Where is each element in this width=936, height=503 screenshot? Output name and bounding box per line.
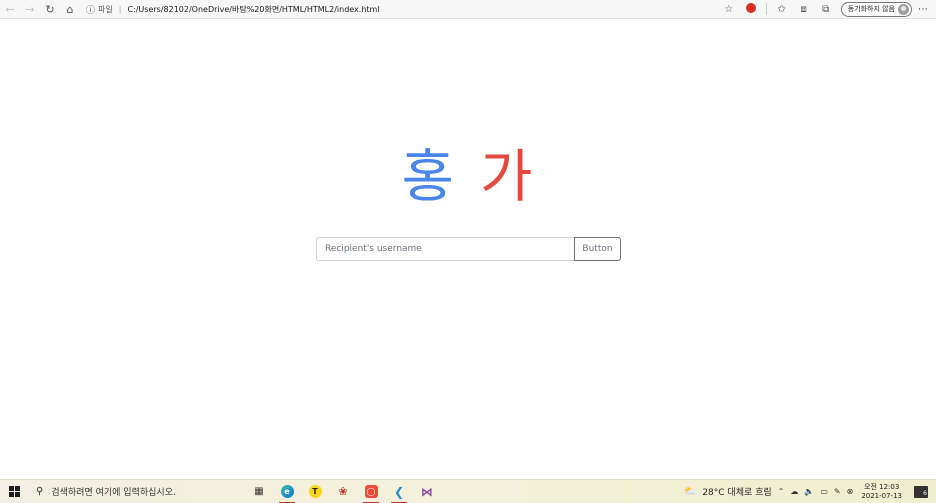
hero-title: 홍가 <box>0 145 936 209</box>
submit-button[interactable]: Button <box>574 237 621 261</box>
kakaotalk-icon: T <box>308 485 322 498</box>
profile-button[interactable]: 동기화하지 않음 <box>840 1 912 17</box>
site-info-label: 파일 <box>98 4 113 14</box>
clock[interactable]: 오전 12:03 2021-07-13 <box>861 483 902 501</box>
pen-icon[interactable]: ✎ <box>834 487 841 496</box>
home-icon[interactable]: ⌂ <box>60 0 80 19</box>
profile-label: 동기화하지 않음 <box>847 5 895 13</box>
taskbar-app-red[interactable]: ◯ <box>357 480 385 503</box>
recipient-username-input[interactable] <box>316 237 574 261</box>
refresh-icon[interactable]: ↻ <box>40 0 60 19</box>
address-bar[interactable]: ⓘ 파일 | C:/Users/82102/OneDrive/바탕%20화면/H… <box>86 0 718 19</box>
extension-icon[interactable] <box>740 2 762 16</box>
windows-logo-icon <box>8 486 20 497</box>
taskbar-apps: ▦ e T ❀ ◯ ❮ ⋈ <box>245 480 441 503</box>
tray-expand-icon[interactable]: ⌃ <box>778 487 785 496</box>
clock-time: 오전 12:03 <box>864 482 900 491</box>
browser-toolbar: ← → ↻ ⌂ ⓘ 파일 | C:/Users/82102/OneDrive/바… <box>0 0 936 19</box>
windows-taskbar: ⚲ 검색하려면 여기에 입력하십시오. ▦ e T ❀ ◯ ❮ ⋈ ⛅ 28°C… <box>0 479 936 503</box>
taskbar-app-kakaotalk[interactable]: T <box>301 480 329 503</box>
hero-word-blue: 홍 <box>401 144 456 210</box>
notification-count: 6 <box>923 489 927 497</box>
avatar <box>898 3 909 15</box>
taskbar-app-pinwheel[interactable]: ❀ <box>329 480 357 503</box>
vscode-icon: ❮ <box>393 484 405 499</box>
task-view-icon: ▦ <box>254 486 264 497</box>
collections-icon[interactable]: ⧈ <box>793 4 815 15</box>
pinwheel-icon: ❀ <box>338 485 348 498</box>
taskbar-app-visual-studio[interactable]: ⋈ <box>413 480 441 503</box>
edge-icon: e <box>280 485 294 498</box>
volume-icon[interactable]: 🔈 <box>804 487 814 496</box>
clock-date: 2021-07-13 <box>861 491 902 500</box>
taskbar-search-placeholder: 검색하려면 여기에 입력하십시오. <box>51 488 176 498</box>
start-button[interactable] <box>0 480 28 503</box>
close-circle-icon[interactable]: ⊗ <box>847 487 854 496</box>
network-icon[interactable]: ☁ <box>790 487 798 496</box>
back-icon[interactable]: ← <box>0 0 20 19</box>
notification-icon[interactable]: 6 <box>914 485 928 498</box>
taskbar-app-edge[interactable]: e <box>273 480 301 503</box>
recipient-input-group: Button <box>316 237 621 261</box>
toolbar-divider <box>765 3 767 15</box>
more-icon[interactable]: ⋯ <box>918 4 928 15</box>
system-tray: ⛅ 28°C 대체로 흐림 ⌃ ☁ 🔈 ▭ ✎ ⊗ 오전 12:03 2021-… <box>684 480 936 503</box>
weather-icon[interactable]: ⛅ <box>684 486 696 497</box>
url-text[interactable]: C:/Users/82102/OneDrive/바탕%20화면/HTML/HTM… <box>127 4 379 15</box>
visual-studio-icon: ⋈ <box>421 484 433 499</box>
favorites-icon[interactable]: ✩ <box>771 4 793 15</box>
share-icon[interactable]: ⧉ <box>815 4 837 15</box>
taskbar-search[interactable]: ⚲ 검색하려면 여기에 입력하십시오. <box>28 480 233 503</box>
battery-icon[interactable]: ▭ <box>820 487 828 496</box>
taskbar-app-vscode[interactable]: ❮ <box>385 480 413 503</box>
favorites-add-icon[interactable]: ☆ <box>718 4 740 15</box>
hero-word-red: 가 <box>480 144 535 210</box>
address-separator: | <box>118 4 122 14</box>
task-view-button[interactable]: ▦ <box>245 480 273 503</box>
info-icon[interactable]: ⓘ <box>86 3 95 16</box>
red-app-icon: ◯ <box>364 485 378 498</box>
search-icon: ⚲ <box>36 486 44 497</box>
weather-text[interactable]: 28°C 대체로 흐림 <box>702 485 771 498</box>
forward-icon[interactable]: → <box>20 0 40 19</box>
